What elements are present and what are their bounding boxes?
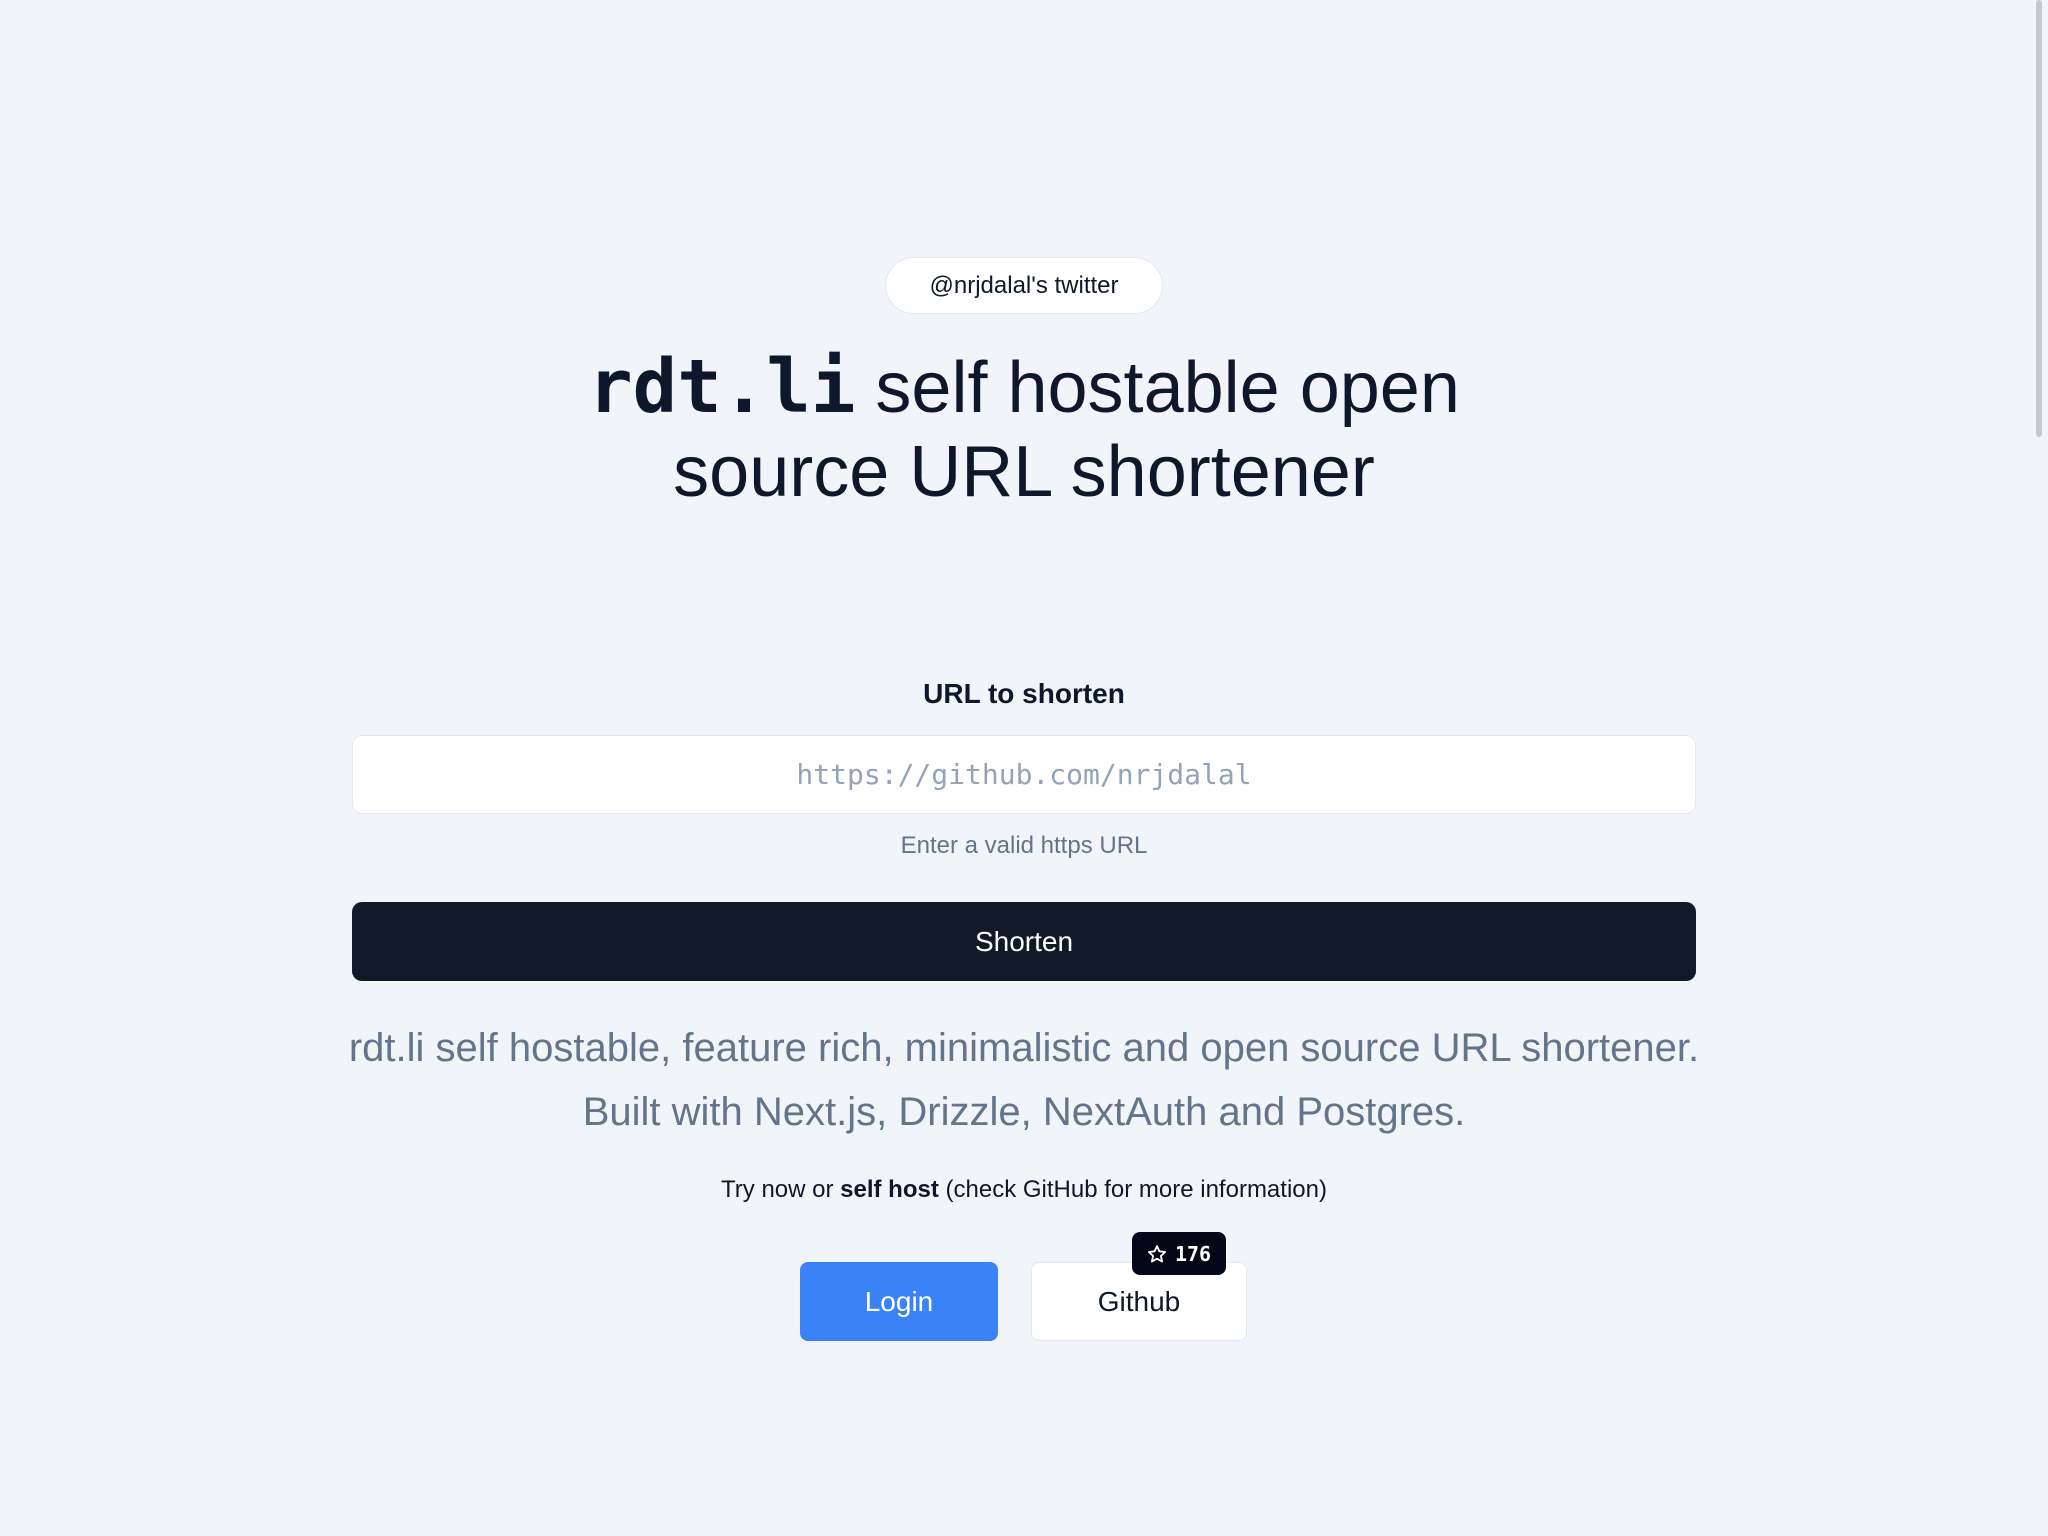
self-host-text: self host bbox=[840, 1176, 939, 1203]
star-count: 176 bbox=[1174, 1241, 1212, 1266]
url-input[interactable] bbox=[352, 735, 1696, 814]
headline-line1-rest: self hostable open bbox=[855, 348, 1460, 428]
shorten-button[interactable]: Shorten bbox=[352, 902, 1696, 981]
description: rdt.li self hostable, feature rich, mini… bbox=[0, 1016, 2048, 1144]
star-icon bbox=[1147, 1244, 1167, 1263]
brand-name: rdt.li bbox=[588, 344, 856, 430]
login-button[interactable]: Login bbox=[800, 1262, 998, 1341]
twitter-link[interactable]: @nrjdalal's twitter bbox=[885, 257, 1163, 314]
try-prefix: Try now or bbox=[721, 1176, 841, 1203]
description-line1: rdt.li self hostable, feature rich, mini… bbox=[348, 1026, 1700, 1070]
github-star-badge[interactable]: 176 bbox=[1132, 1232, 1226, 1275]
description-line2: Built with Next.js, Drizzle, NextAuth an… bbox=[582, 1090, 1466, 1134]
url-helper-text: Enter a valid https URL bbox=[900, 832, 1148, 859]
try-now-text: Try now or self host (check GitHub for m… bbox=[0, 1176, 2048, 1204]
hero-headline: rdt.li self hostable open source URL sho… bbox=[0, 345, 2048, 514]
url-label: URL to shorten bbox=[923, 678, 1125, 709]
headline-line2: source URL shortener bbox=[673, 432, 1375, 512]
try-suffix: (check GitHub for more information) bbox=[938, 1176, 1327, 1203]
